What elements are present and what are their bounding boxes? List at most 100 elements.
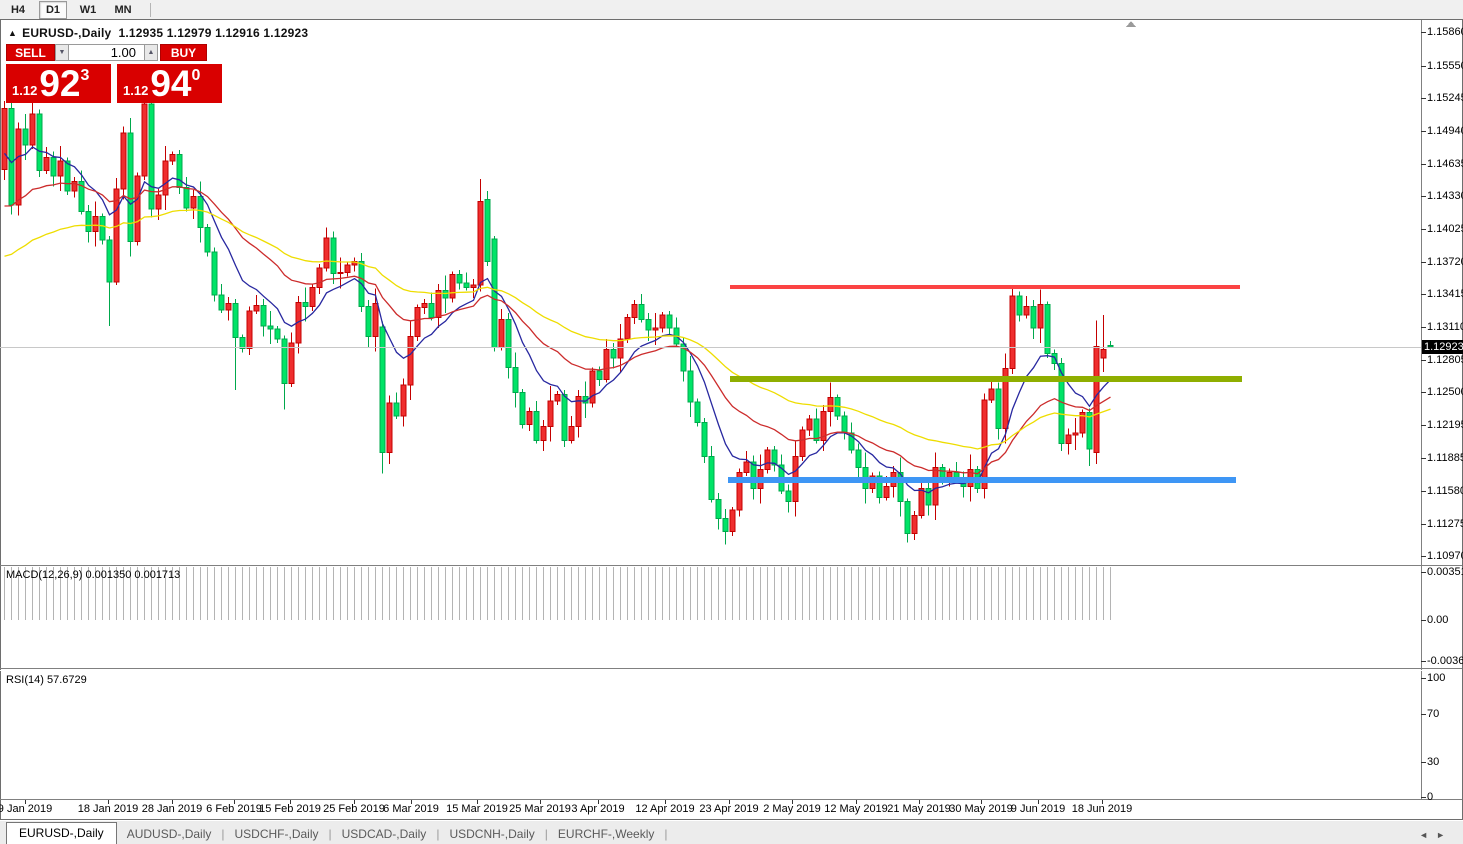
candle-body xyxy=(1045,304,1050,353)
candle-body xyxy=(1038,304,1043,328)
candle-body xyxy=(1031,307,1036,328)
candle-body xyxy=(226,303,231,309)
candle-body xyxy=(667,315,672,328)
scroll-left-icon[interactable]: ◄ xyxy=(1419,830,1436,840)
candle-body xyxy=(905,502,910,534)
ask-price-box[interactable]: 1.12 94 0 xyxy=(117,64,222,103)
macd-label: MACD(12,26,9) 0.001350 0.001713 xyxy=(6,569,180,581)
tab-usdcad-daily[interactable]: USDCAD-,Daily xyxy=(332,824,437,844)
rsi-axis-label: 100 xyxy=(1427,672,1445,684)
timeframe-button-d1[interactable]: D1 xyxy=(39,1,67,19)
resistance-level-line[interactable] xyxy=(730,285,1240,289)
candle-body xyxy=(142,104,147,176)
sell-button[interactable]: SELL xyxy=(6,44,55,61)
bid-pip-digit: 3 xyxy=(80,67,89,85)
rsi-axis-label: 70 xyxy=(1427,708,1439,720)
candle-body xyxy=(310,287,315,306)
price-axis-label: 1.10970 xyxy=(1427,550,1463,562)
price-axis-label: 1.14025 xyxy=(1427,223,1463,235)
symbol-tab-bar: EURUSD-,Daily AUDUSD-,Daily | USDCHF-,Da… xyxy=(0,820,1463,844)
candle-body xyxy=(562,394,567,440)
candle-body xyxy=(450,274,455,298)
volume-input[interactable]: 1.00 xyxy=(69,44,144,61)
candle-body xyxy=(128,133,133,241)
candle-body xyxy=(205,227,210,252)
candle-body xyxy=(212,252,217,295)
candle-body xyxy=(443,291,448,298)
candle-body xyxy=(219,295,224,310)
candle-body xyxy=(30,114,35,145)
chart-canvas[interactable] xyxy=(0,0,1463,844)
scroll-right-icon[interactable]: ► xyxy=(1436,830,1453,840)
candle-body xyxy=(156,195,161,209)
tab-audusd-daily[interactable]: AUDUSD-,Daily xyxy=(117,824,222,844)
timeframe-button-mn[interactable]: MN xyxy=(109,1,137,19)
candle-body xyxy=(1066,435,1071,444)
timeframe-button-h4[interactable]: H4 xyxy=(4,1,32,19)
date-axis-label: 12 Apr 2019 xyxy=(635,803,694,815)
date-axis-label: 2 May 2019 xyxy=(763,803,820,815)
candle-body xyxy=(730,510,735,531)
candle-body xyxy=(856,450,861,467)
collapse-arrow-icon[interactable]: ▲ xyxy=(8,28,17,38)
price-axis-label: 1.13720 xyxy=(1427,256,1463,268)
candle-body xyxy=(611,349,616,358)
candle-body xyxy=(814,419,819,440)
candle-body xyxy=(702,422,707,456)
candle-body xyxy=(240,338,245,349)
candle-body xyxy=(37,114,42,171)
price-axis-label: 1.13415 xyxy=(1427,288,1463,300)
candle-body xyxy=(135,176,140,241)
candle-body xyxy=(338,272,343,273)
candle-body xyxy=(457,274,462,283)
candle-body xyxy=(807,419,812,430)
mid-level-level-line[interactable] xyxy=(730,376,1242,382)
candle-body xyxy=(107,240,112,282)
support-level-line[interactable] xyxy=(728,477,1236,483)
candle-body xyxy=(289,343,294,384)
macd-axis-label: 0.00 xyxy=(1427,614,1448,626)
candle-body xyxy=(919,489,924,516)
tab-usdcnh-daily[interactable]: USDCNH-,Daily xyxy=(439,824,544,844)
candle-body xyxy=(268,326,273,329)
tab-eurusd-daily[interactable]: EURUSD-,Daily xyxy=(6,822,117,844)
candle-body xyxy=(254,306,259,311)
candle-body xyxy=(982,400,987,489)
date-axis-label: 23 Apr 2019 xyxy=(699,803,758,815)
date-axis-label: 6 Feb 2019 xyxy=(206,803,262,815)
buy-button[interactable]: BUY xyxy=(160,44,207,61)
timeframe-button-w1[interactable]: W1 xyxy=(74,1,102,19)
candle-body xyxy=(1087,413,1092,449)
candle-body xyxy=(422,303,427,307)
candle-body xyxy=(114,189,119,282)
candle-body xyxy=(639,304,644,319)
date-axis-label: 9 Jan 2019 xyxy=(0,803,52,815)
candle-body xyxy=(2,108,7,169)
volume-decrease-button[interactable]: ▼ xyxy=(55,44,69,61)
volume-increase-button[interactable]: ▲ xyxy=(144,44,158,61)
ask-prefix: 1.12 xyxy=(123,83,148,98)
date-axis-label: 30 May 2019 xyxy=(949,803,1013,815)
candle-body xyxy=(198,196,203,227)
candle-body xyxy=(366,307,371,337)
candle-body xyxy=(72,181,77,191)
price-axis-label: 1.14940 xyxy=(1427,125,1463,137)
candle-body xyxy=(191,196,196,208)
price-axis-label: 1.11885 xyxy=(1427,452,1463,464)
candle-body xyxy=(646,319,651,330)
candle-body xyxy=(149,104,154,209)
chart-title: ▲EURUSD-,Daily 1.12935 1.12979 1.12916 1… xyxy=(8,26,308,40)
date-axis-label: 3 Apr 2019 xyxy=(571,803,624,815)
candle-body xyxy=(800,430,805,457)
candle-body xyxy=(989,389,994,400)
date-axis-label: 12 May 2019 xyxy=(824,803,888,815)
tab-eurchf-weekly[interactable]: EURCHF-,Weekly xyxy=(548,824,664,844)
candle-body xyxy=(184,188,189,208)
date-axis-label: 15 Mar 2019 xyxy=(446,803,508,815)
bid-price-box[interactable]: 1.12 92 3 xyxy=(6,64,111,103)
candle-body xyxy=(660,315,665,328)
candle-body xyxy=(632,304,637,317)
tab-scroll-arrows: ◄► xyxy=(1419,830,1453,844)
tab-usdchf-daily[interactable]: USDCHF-,Daily xyxy=(225,824,329,844)
candle-body xyxy=(555,394,560,400)
